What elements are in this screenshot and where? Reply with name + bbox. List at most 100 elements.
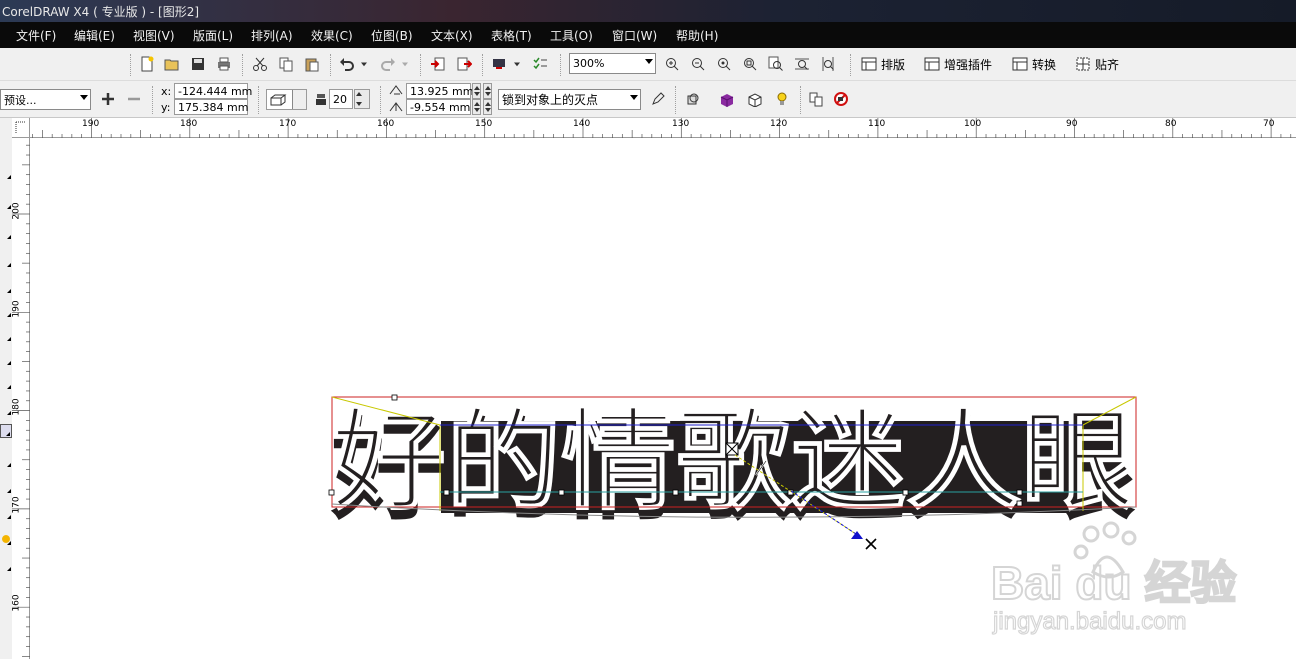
drawing-canvas[interactable]: 好的情歌迷人眼 好的情歌迷人眼 <box>31 139 1296 659</box>
import-button[interactable] <box>428 54 448 74</box>
zoom-to-selected-button[interactable] <box>714 54 734 74</box>
add-preset-button[interactable] <box>98 89 118 109</box>
menu-window[interactable]: 窗口(W) <box>612 27 657 44</box>
toolbox-tool-flyout[interactable] <box>0 328 12 342</box>
vertical-ruler[interactable]: 200 190 180 170 160 <box>12 138 30 659</box>
menu-edit[interactable]: 编辑(E) <box>74 27 115 44</box>
menu-help[interactable]: 帮助(H) <box>676 27 718 44</box>
copy-extrude-properties-button[interactable] <box>806 89 826 109</box>
toolbox-tool-flyout[interactable] <box>0 254 12 268</box>
menu-effects[interactable]: 效果(C) <box>311 27 353 44</box>
vanishing-point-marker-icon[interactable] <box>865 538 877 550</box>
save-button[interactable] <box>188 54 208 74</box>
copy-button[interactable] <box>276 54 296 74</box>
zoom-to-page-height-button[interactable] <box>818 54 838 74</box>
welcome-screen-button[interactable] <box>530 54 550 74</box>
cut-button[interactable] <box>250 54 270 74</box>
vanishing-point-y-stepper[interactable] <box>472 99 481 115</box>
undo-dropdown[interactable] <box>358 54 370 74</box>
toolbox-tool-flyout[interactable] <box>0 454 12 468</box>
selection-handle[interactable] <box>328 489 335 496</box>
toolbox <box>0 118 12 659</box>
menu-view[interactable]: 视图(V) <box>133 27 175 44</box>
clear-icon <box>834 92 848 106</box>
vanishing-point-y-stepper-2[interactable] <box>483 99 492 115</box>
paste-icon <box>305 58 319 72</box>
zoom-level-combo[interactable]: 300% <box>569 53 656 74</box>
toolbox-tool-flyout[interactable] <box>0 402 12 416</box>
selection-handle[interactable] <box>443 489 450 496</box>
menu-text[interactable]: 文本(X) <box>431 27 473 44</box>
convert-button[interactable]: 转换 <box>1012 54 1056 74</box>
toolbox-tool-flyout[interactable] <box>0 166 12 180</box>
zoom-to-page-button[interactable] <box>766 54 786 74</box>
selection-handle[interactable] <box>1016 489 1023 496</box>
selection-handle[interactable] <box>902 489 909 496</box>
extrude-lighting-button[interactable] <box>772 89 792 109</box>
extruded-text-front[interactable]: 好的情歌迷人眼 <box>329 396 1136 525</box>
vanishing-point-x-stepper[interactable] <box>472 83 481 99</box>
zoom-to-page-width-button[interactable] <box>792 54 812 74</box>
menu-bitmaps[interactable]: 位图(B) <box>371 27 413 44</box>
zoom-to-all-objects-button[interactable] <box>740 54 760 74</box>
toolbox-tool-flyout[interactable] <box>0 352 12 366</box>
selection-handle[interactable] <box>1016 500 1023 507</box>
menu-tools[interactable]: 工具(O) <box>550 27 593 44</box>
vanishing-point-y-field[interactable]: -9.554 mm <box>406 99 471 115</box>
export-button[interactable] <box>454 54 474 74</box>
toolbox-tool-flyout[interactable] <box>0 280 12 294</box>
fill-tool[interactable] <box>0 532 12 546</box>
redo-dropdown[interactable] <box>399 54 411 74</box>
zoom-out-button[interactable] <box>688 54 708 74</box>
menu-layout[interactable]: 版面(L) <box>193 27 233 44</box>
application-launcher-button[interactable] <box>489 54 509 74</box>
remove-preset-button[interactable] <box>124 89 144 109</box>
layout-button[interactable]: 排版 <box>861 54 905 74</box>
menu-file[interactable]: 文件(F) <box>16 27 56 44</box>
open-button[interactable] <box>162 54 182 74</box>
toolbox-tool-flyout[interactable] <box>0 506 12 520</box>
application-launcher-dropdown[interactable] <box>511 54 523 74</box>
paste-button[interactable] <box>302 54 322 74</box>
toolbox-tool-flyout[interactable] <box>0 196 12 210</box>
vanishing-point-x-field[interactable]: 13.925 mm <box>406 83 473 99</box>
extrusion-type-icon <box>270 94 287 105</box>
toolbox-tool-flyout[interactable] <box>0 558 12 572</box>
plugins-button[interactable]: 增强插件 <box>924 54 992 74</box>
ruler-origin[interactable] <box>12 118 30 138</box>
x-coordinate-field[interactable]: -124.444 mm <box>174 83 252 99</box>
toolbox-tool-flyout[interactable] <box>0 480 12 494</box>
menu-table[interactable]: 表格(T) <box>491 27 532 44</box>
vanishing-point-lock-combo[interactable]: 锁到对象上的灭点 <box>498 89 641 110</box>
ruler-label: 190 <box>11 300 22 318</box>
zoom-in-button[interactable] <box>662 54 682 74</box>
y-coordinate-field[interactable]: 175.384 mm <box>174 99 248 115</box>
print-button[interactable] <box>214 54 234 74</box>
extrude-bevel-button[interactable] <box>745 89 765 109</box>
ruler-label: 180 <box>180 119 198 129</box>
vanishing-point-properties-button[interactable] <box>648 89 668 109</box>
extrusion-depth-field[interactable]: 20 <box>329 89 353 109</box>
toolbox-tool-flyout[interactable] <box>0 304 12 318</box>
horizontal-ruler[interactable]: 190 180 170 160 150 140 130 120 110 100 … <box>30 118 1296 138</box>
clear-extrude-button[interactable] <box>831 89 851 109</box>
selection-handle[interactable] <box>672 489 679 496</box>
toolbox-tool-flyout[interactable] <box>0 226 12 240</box>
extrusion-depth-stepper[interactable] <box>354 89 370 109</box>
interactive-extrude-tool[interactable] <box>0 424 12 438</box>
snap-button[interactable]: 贴齐 <box>1075 54 1119 74</box>
toolbox-tool-flyout[interactable] <box>0 376 12 390</box>
extrude-rotation-button[interactable] <box>683 89 703 109</box>
undo-button[interactable] <box>337 54 357 74</box>
preset-combo[interactable]: 预设... <box>0 89 91 110</box>
redo-button[interactable] <box>378 54 398 74</box>
vanishing-point-lock-value: 锁到对象上的灭点 <box>502 93 599 107</box>
undo-icon <box>340 58 354 71</box>
vanishing-point-x-stepper-2[interactable] <box>483 83 492 99</box>
extrude-color-button[interactable] <box>717 89 737 109</box>
selection-handle[interactable] <box>558 489 565 496</box>
menu-arrange[interactable]: 排列(A) <box>251 27 293 44</box>
extrusion-type-combo[interactable] <box>266 89 307 110</box>
selection-handle[interactable] <box>391 394 398 401</box>
new-document-button[interactable] <box>137 54 157 74</box>
